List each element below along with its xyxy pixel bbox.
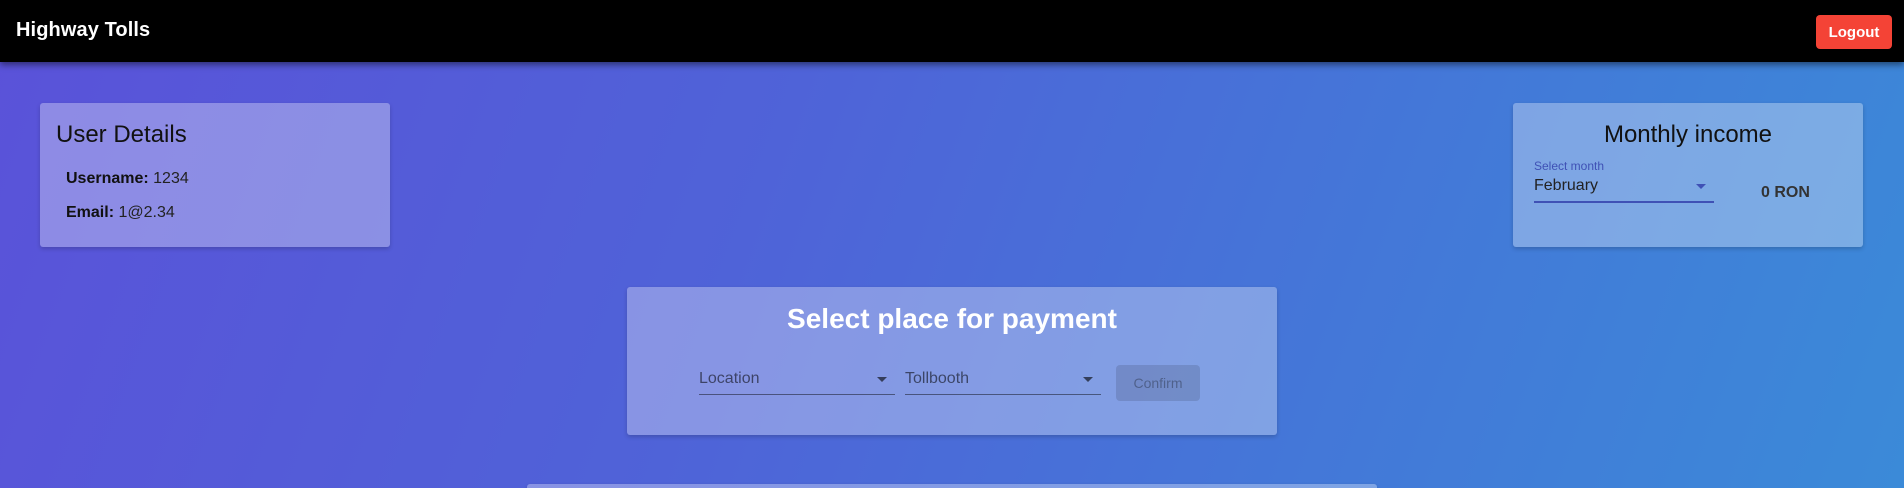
- select-month-label: Select month: [1534, 159, 1605, 173]
- monthly-income-card: Monthly income Select month February 0 R…: [1513, 103, 1863, 247]
- app-title: Highway Tolls: [16, 19, 151, 41]
- email-value: 1@2.34: [118, 204, 175, 221]
- email-row: Email: 1@2.34: [66, 204, 175, 222]
- logout-button[interactable]: Logout: [1816, 15, 1892, 49]
- selected-month: February: [1534, 177, 1599, 194]
- user-details-title: User Details: [56, 121, 187, 148]
- chevron-down-icon: [1696, 184, 1706, 189]
- username-label: Username:: [66, 170, 149, 187]
- bottom-card: [527, 484, 1377, 488]
- payment-title: Select place for payment: [787, 303, 1117, 334]
- month-select[interactable]: February: [1534, 175, 1714, 203]
- email-label: Email:: [66, 204, 115, 221]
- chevron-down-icon: [1083, 377, 1093, 382]
- username-value: 1234: [153, 170, 189, 187]
- username-row: Username: 1234: [66, 170, 189, 188]
- user-details-card: User Details Username: 1234 Email: 1@2.3…: [40, 103, 390, 247]
- tollbooth-select[interactable]: Tollbooth: [905, 368, 1101, 395]
- monthly-income-title: Monthly income: [1603, 121, 1773, 148]
- location-select[interactable]: Location: [699, 368, 895, 395]
- app-bar: Highway Tolls Logout: [0, 0, 1904, 62]
- tollbooth-placeholder: Tollbooth: [905, 370, 970, 387]
- chevron-down-icon: [877, 377, 887, 382]
- location-placeholder: Location: [699, 370, 760, 387]
- income-amount: 0 RON: [1761, 184, 1810, 201]
- confirm-button[interactable]: Confirm: [1116, 365, 1200, 401]
- payment-card: Select place for payment Location Tollbo…: [627, 287, 1277, 435]
